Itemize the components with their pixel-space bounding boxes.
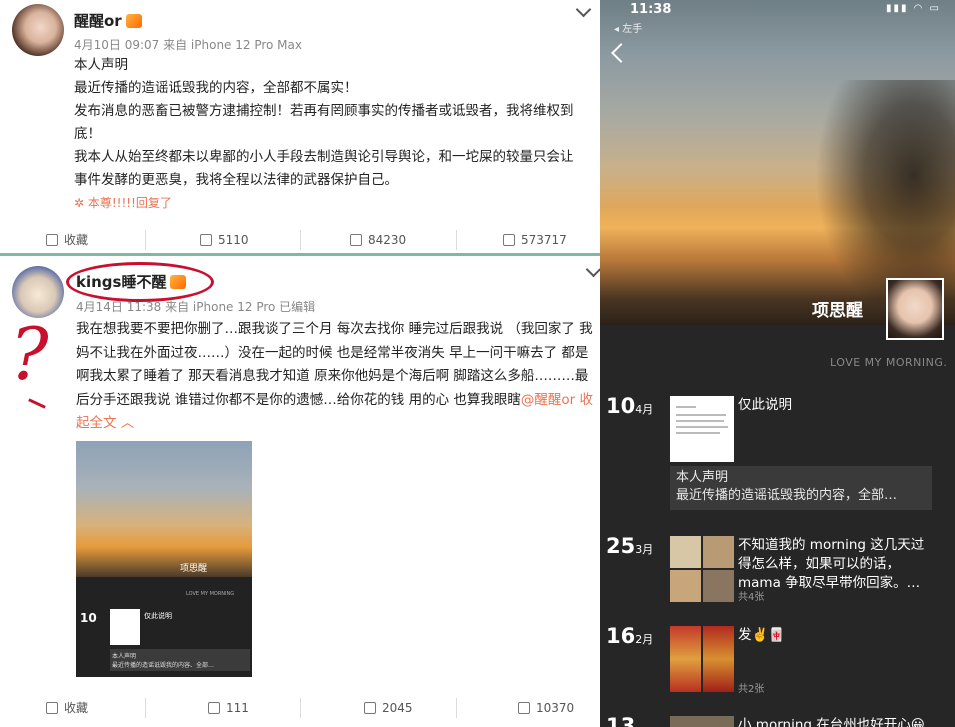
share-icon (208, 702, 220, 714)
weibo-feed: 醒醒or 4月10日 09:07 来自 iPhone 12 Pro Max 本人… (0, 0, 600, 727)
entry-date: 104月 (606, 394, 654, 418)
phone-screenshot: 11:38 ◂ 左手 ▮▮▮ ◠ ▭ 项思醒 LOVE MY MORNING. … (600, 0, 955, 727)
photo-count: 共2张 (738, 684, 765, 695)
thumb-name: 项思醒 (180, 564, 208, 574)
avatar[interactable] (12, 4, 64, 56)
like-button[interactable]: 10370 (518, 690, 574, 726)
reply-note[interactable]: 本尊!!!!!回复了 (88, 196, 172, 210)
document-image[interactable] (670, 396, 734, 462)
entry-caption[interactable]: 本人声明 最近传播的造谣诋毁我的内容，全部… (670, 466, 932, 510)
thumb-caption: 本人声明 最近传播的造谣诋毁我的内容、全部… (110, 649, 250, 671)
chevron-down-icon[interactable] (575, 1, 592, 18)
repost-button[interactable]: 111 (208, 690, 249, 726)
question-mark-annotation: ? (10, 312, 49, 396)
post-actions: 收藏 111 2045 10370 (0, 690, 600, 726)
chevron-down-icon[interactable] (585, 261, 600, 278)
entry-title[interactable]: 发✌️🀄 (738, 626, 785, 645)
entry-title[interactable]: 仅此说明 (738, 396, 792, 415)
comment-icon (364, 702, 376, 714)
post-meta: 4月14日 11:38 来自 iPhone 12 Pro 已编辑 (76, 300, 316, 314)
status-bar: 11:38 ◂ 左手 ▮▮▮ ◠ ▭ (600, 0, 955, 35)
reply-icon: ✲ (74, 196, 88, 210)
annotation-stroke (28, 398, 46, 409)
post-text: 本人声明 最近传播的造谣诋毁我的内容，全部都不属实！ 发布消息的恶畜已被警方逮捕… (74, 57, 574, 210)
thumb-day: 10 (80, 611, 97, 625)
photo-grid[interactable] (670, 716, 734, 727)
entry-title[interactable]: 不知道我的 morning 这几天过得怎么样，如果可以的话，mama 争取尽早带… (738, 536, 928, 593)
status-time: 11:38 (630, 2, 672, 17)
entry-date: 13 (606, 714, 636, 727)
profile-avatar[interactable] (886, 278, 944, 340)
entry-date: 253月 (606, 534, 654, 558)
red-circle-annotation (66, 262, 214, 302)
photo-grid[interactable] (670, 626, 734, 692)
thumb-tagline: LOVE MY MORNING (186, 591, 235, 597)
signal-wifi-battery-icon: ▮▮▮ ◠ ▭ (885, 3, 941, 14)
share-icon (200, 234, 212, 246)
comment-icon (350, 234, 362, 246)
entry-title[interactable]: 小 morning 在台州也好开心😀 (738, 716, 925, 727)
post-meta: 4月10日 09:07 来自 iPhone 12 Pro Max (74, 38, 302, 52)
profile-tagline: LOVE MY MORNING. (830, 356, 948, 369)
thumbs-up-icon (518, 702, 530, 714)
post-username[interactable]: 醒醒or (74, 10, 142, 31)
thumb-doc-image (110, 609, 140, 645)
back-to-app[interactable]: ◂ 左手 (614, 20, 642, 35)
star-icon (46, 234, 58, 246)
mention-link[interactable]: @醒醒or (521, 392, 575, 408)
photo-count: 共4张 (738, 592, 765, 603)
comment-button[interactable]: 2045 (364, 690, 413, 726)
thumbs-up-icon (503, 234, 515, 246)
post-text: 我在想我要不要把你删了…跟我谈了三个月 每次去找你 睡完过后跟我说 （我回家了 … (76, 321, 593, 431)
photo-grid[interactable] (670, 536, 734, 602)
avatar[interactable] (12, 266, 64, 318)
screenshot-thumbnail[interactable]: 项思醒 LOVE MY MORNING 10 仅此说明 本人声明 最近传播的造谣诋… (76, 441, 252, 677)
star-icon (46, 702, 58, 714)
vip-badge-icon (125, 14, 142, 28)
thumb-title: 仅此说明 (144, 612, 172, 620)
collect-button[interactable]: 收藏 (46, 690, 88, 726)
entry-date: 162月 (606, 624, 654, 648)
profile-name: 项思醒 (812, 301, 863, 321)
divider (0, 253, 600, 256)
